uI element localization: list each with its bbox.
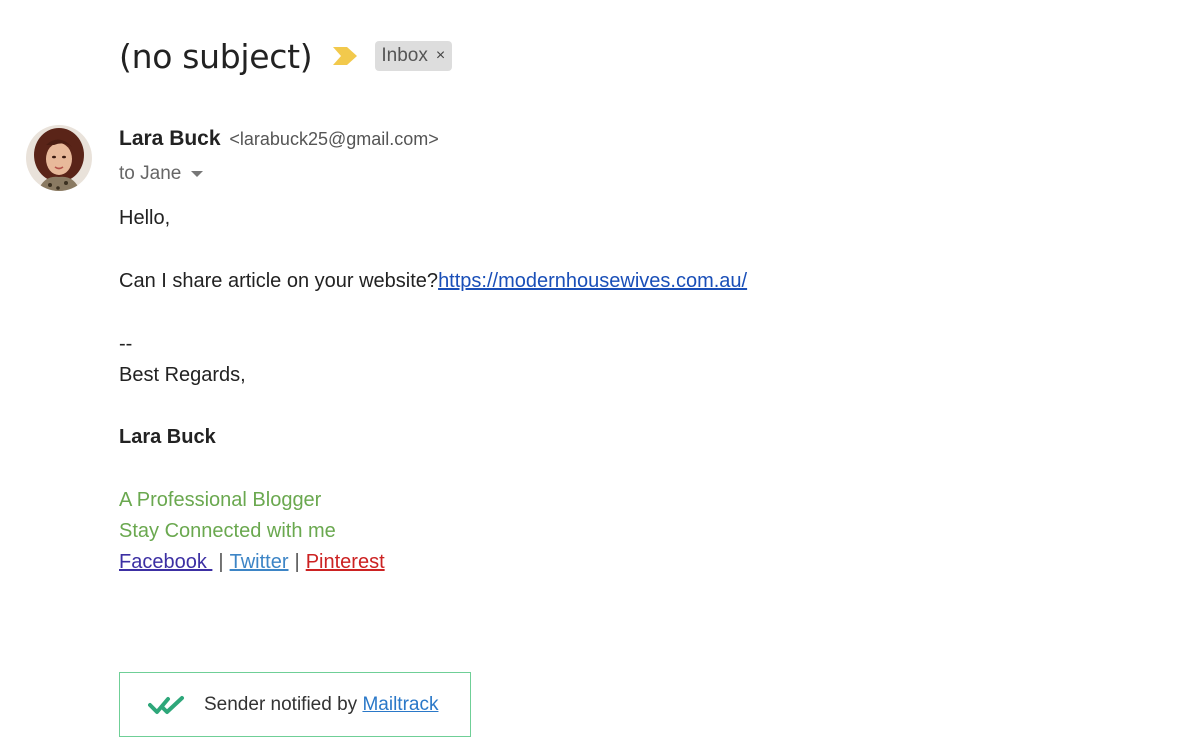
mailtrack-text: Sender notified by Mailtrack (204, 694, 438, 716)
mailtrack-link[interactable]: Mailtrack (362, 694, 438, 715)
label-chip-text: Inbox (381, 44, 428, 66)
remove-label-icon[interactable]: × (436, 47, 445, 65)
subject-row: (no subject) Inbox × (119, 34, 453, 78)
twitter-link[interactable]: Twitter (230, 551, 289, 573)
signature-dashes: -- (119, 333, 133, 355)
chevron-down-icon[interactable] (191, 171, 204, 177)
recipient-text: to Jane (119, 163, 182, 184)
social-links: Facebook | Twitter | Pinterest (119, 551, 385, 574)
email-view: (no subject) Inbox × Lara Buck <larabuck… (0, 0, 1200, 751)
mailtrack-label: Sender notified by (204, 693, 363, 715)
email-subject: (no subject) (119, 36, 313, 76)
sender-email[interactable]: <larabuck25@gmail.com> (229, 129, 438, 149)
website-link[interactable]: https://modernhousewives.com.au/ (438, 270, 747, 292)
importance-marker-icon[interactable] (332, 46, 358, 66)
sender-name[interactable]: Lara Buck (119, 127, 221, 150)
social-separator: | (218, 551, 224, 573)
signature-tagline: A Professional Blogger (119, 489, 322, 511)
double-check-icon (148, 695, 184, 714)
avatar[interactable] (26, 125, 92, 191)
signature-connect: Stay Connected with me (119, 520, 336, 542)
mailtrack-banner: Sender notified by Mailtrack (119, 672, 471, 737)
closing-text: Best Regards, (119, 364, 246, 386)
pinterest-link[interactable]: Pinterest (306, 551, 385, 573)
facebook-link[interactable]: Facebook (119, 551, 212, 573)
sender-row: Lara Buck <larabuck25@gmail.com> (119, 127, 439, 151)
social-separator: | (294, 551, 300, 573)
question-text: Can I share article on your website? (119, 270, 439, 292)
label-chip-inbox: Inbox × (375, 41, 453, 71)
greeting-text: Hello, (119, 207, 171, 229)
signature-name: Lara Buck (119, 426, 216, 448)
recipient-details-toggle[interactable]: to Jane (119, 163, 204, 185)
question-line: Can I share article on your website?http… (119, 270, 747, 293)
